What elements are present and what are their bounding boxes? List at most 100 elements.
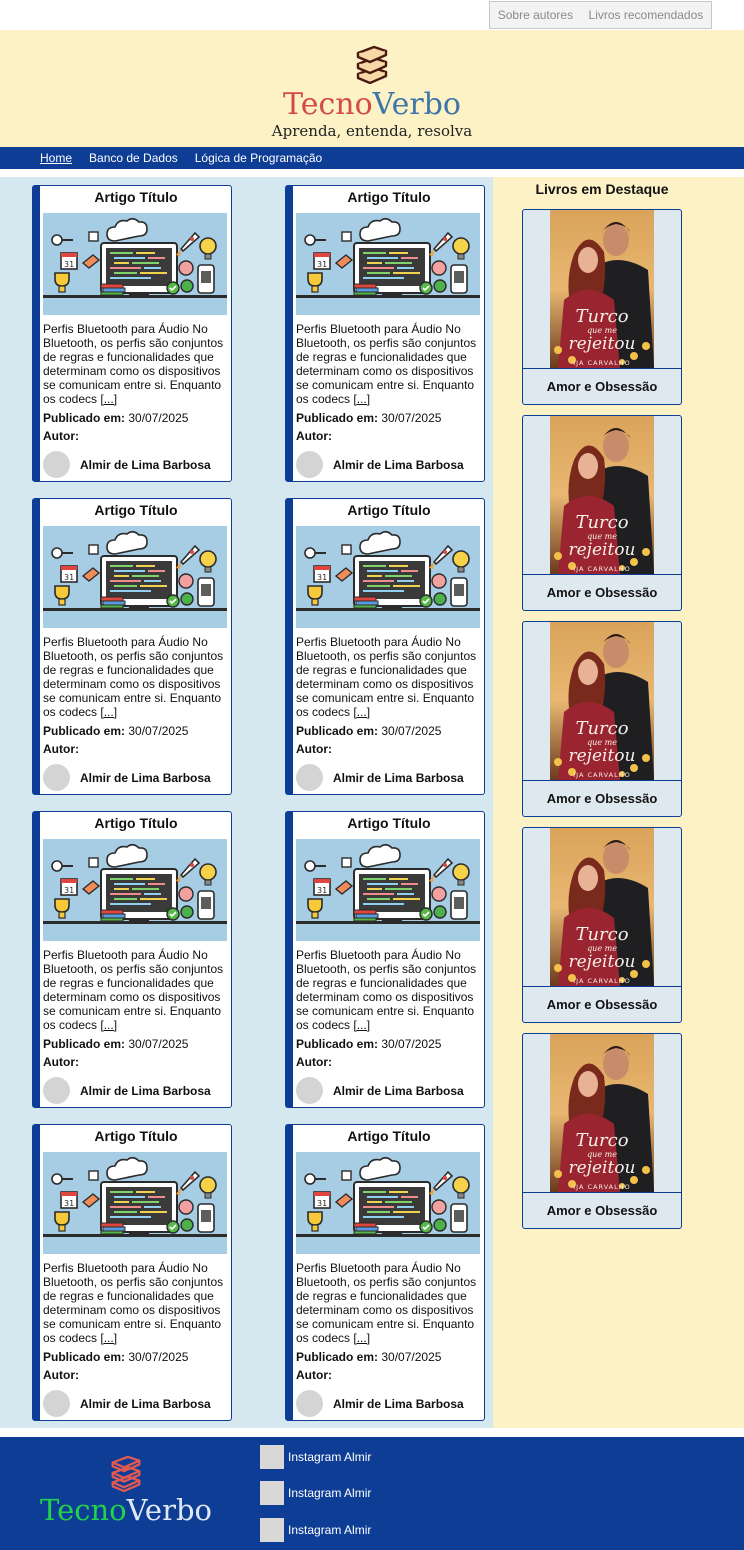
author-name[interactable]: Almir de Lima Barbosa xyxy=(333,1084,464,1098)
book-title[interactable]: Amor e Obsessão xyxy=(523,379,681,394)
publish-date-label: Publicado em: xyxy=(43,1350,126,1364)
article-illustration: 31 xyxy=(43,1152,227,1254)
publish-date: Publicado em: 30/07/2025 xyxy=(43,1037,188,1051)
tech-illustration-icon: 31 xyxy=(296,839,480,941)
svg-text:IJA CARVALHO: IJA CARVALHO xyxy=(573,359,630,367)
articles-grid: Artigo Título 31 Perfis Bluetooth para Á… xyxy=(0,177,493,1428)
publish-date: Publicado em: 30/07/2025 xyxy=(43,1350,188,1364)
article-card[interactable]: Artigo Título 31 Perfis Bluetooth para Á… xyxy=(285,1124,485,1421)
author-name[interactable]: Almir de Lima Barbosa xyxy=(80,771,211,785)
author-name[interactable]: Almir de Lima Barbosa xyxy=(333,771,464,785)
publish-date-value: 30/07/2025 xyxy=(128,1037,189,1051)
instagram-icon xyxy=(260,1518,284,1542)
book-title[interactable]: Amor e Obsessão xyxy=(523,585,681,600)
publish-date-value: 30/07/2025 xyxy=(381,1037,442,1051)
book-divider xyxy=(523,368,681,369)
excerpt-text: Perfis Bluetooth para Áudio No Bluetooth… xyxy=(43,322,224,406)
book-divider xyxy=(523,1192,681,1193)
sidebar-title: Livros em Destaque xyxy=(535,181,669,197)
link-livros-recomendados[interactable]: Livros recomendados xyxy=(589,8,704,22)
author-label: Autor: xyxy=(296,742,332,756)
excerpt-text: Perfis Bluetooth para Áudio No Bluetooth… xyxy=(43,1261,224,1345)
svg-text:IJA CARVALHO: IJA CARVALHO xyxy=(573,565,630,573)
article-card[interactable]: Artigo Título 31 Perfis Bluetooth para Á… xyxy=(32,185,232,482)
featured-book[interactable]: Turco que me rejeitou IJA CARVALHO Amor … xyxy=(522,209,682,405)
svg-text:IJA CARVALHO: IJA CARVALHO xyxy=(573,977,630,985)
author-name[interactable]: Almir de Lima Barbosa xyxy=(333,458,464,472)
article-title[interactable]: Artigo Título xyxy=(293,502,485,518)
article-card[interactable]: Artigo Título 31 Perfis Bluetooth para Á… xyxy=(285,185,485,482)
article-title[interactable]: Artigo Título xyxy=(40,502,232,518)
publish-date: Publicado em: 30/07/2025 xyxy=(43,411,188,425)
social-link[interactable]: Instagram Almir xyxy=(260,1445,371,1469)
publish-date-label: Publicado em: xyxy=(43,411,126,425)
read-more-link[interactable]: [...] xyxy=(100,705,117,719)
book-cover-image: Turco que me rejeitou IJA CARVALHO xyxy=(550,828,654,986)
read-more-link[interactable]: [...] xyxy=(353,392,370,406)
social-link[interactable]: Instagram Almir xyxy=(260,1481,371,1505)
svg-text:rejeitou: rejeitou xyxy=(569,952,636,972)
article-card[interactable]: Artigo Título 31 Perfis Bluetooth para Á… xyxy=(32,1124,232,1421)
article-card[interactable]: Artigo Título 31 Perfis Bluetooth para Á… xyxy=(285,498,485,795)
nav-item-logica-de-programacao[interactable]: Lógica de Programação xyxy=(195,151,322,165)
instagram-icon xyxy=(260,1481,284,1505)
excerpt-text: Perfis Bluetooth para Áudio No Bluetooth… xyxy=(43,948,224,1032)
excerpt-text: Perfis Bluetooth para Áudio No Bluetooth… xyxy=(43,635,224,719)
read-more-link[interactable]: [...] xyxy=(100,1331,117,1345)
article-excerpt: Perfis Bluetooth para Áudio No Bluetooth… xyxy=(43,948,231,1032)
book-title[interactable]: Amor e Obsessão xyxy=(523,791,681,806)
book-title[interactable]: Amor e Obsessão xyxy=(523,997,681,1012)
author-avatar xyxy=(43,451,70,478)
tech-illustration-icon: 31 xyxy=(43,1152,227,1254)
site-brand[interactable]: TecnoVerbo xyxy=(0,87,744,122)
publish-date-value: 30/07/2025 xyxy=(381,1350,442,1364)
article-card[interactable]: Artigo Título 31 Perfis Bluetooth para Á… xyxy=(32,811,232,1108)
author-name[interactable]: Almir de Lima Barbosa xyxy=(80,1397,211,1411)
nav-item-home[interactable]: Home xyxy=(40,151,72,165)
publish-date-label: Publicado em: xyxy=(43,1037,126,1051)
featured-book[interactable]: Turco que me rejeitou IJA CARVALHO Amor … xyxy=(522,1033,682,1229)
author-name[interactable]: Almir de Lima Barbosa xyxy=(80,1084,211,1098)
article-excerpt: Perfis Bluetooth para Áudio No Bluetooth… xyxy=(43,322,231,406)
author-label: Autor: xyxy=(43,429,79,443)
books-logo-icon[interactable] xyxy=(352,44,392,84)
book-title[interactable]: Amor e Obsessão xyxy=(523,1203,681,1218)
featured-book[interactable]: Turco que me rejeitou IJA CARVALHO Amor … xyxy=(522,415,682,611)
link-sobre-autores[interactable]: Sobre autores xyxy=(498,8,573,22)
read-more-link[interactable]: [...] xyxy=(353,1331,370,1345)
article-excerpt: Perfis Bluetooth para Áudio No Bluetooth… xyxy=(43,635,231,719)
excerpt-text: Perfis Bluetooth para Áudio No Bluetooth… xyxy=(296,948,477,1032)
book-cover-image: Turco que me rejeitou IJA CARVALHO xyxy=(550,210,654,368)
article-title[interactable]: Artigo Título xyxy=(40,815,232,831)
social-link-label: Instagram Almir xyxy=(288,1486,372,1500)
article-card[interactable]: Artigo Título 31 Perfis Bluetooth para Á… xyxy=(32,498,232,795)
article-title[interactable]: Artigo Título xyxy=(293,815,485,831)
read-more-link[interactable]: [...] xyxy=(353,705,370,719)
author-label: Autor: xyxy=(296,1055,332,1069)
svg-text:31: 31 xyxy=(64,260,74,269)
read-more-link[interactable]: [...] xyxy=(100,1018,117,1032)
tech-illustration-icon: 31 xyxy=(43,526,227,628)
article-title[interactable]: Artigo Título xyxy=(293,189,485,205)
read-more-link[interactable]: [...] xyxy=(353,1018,370,1032)
article-title[interactable]: Artigo Título xyxy=(40,189,232,205)
author-avatar xyxy=(296,764,323,791)
article-title[interactable]: Artigo Título xyxy=(293,1128,485,1144)
publish-date: Publicado em: 30/07/2025 xyxy=(296,411,441,425)
book-cover-image: Turco que me rejeitou IJA CARVALHO xyxy=(550,622,654,780)
svg-text:Turco: Turco xyxy=(575,924,628,945)
author-name[interactable]: Almir de Lima Barbosa xyxy=(80,458,211,472)
book-divider xyxy=(523,574,681,575)
social-link[interactable]: Instagram Almir xyxy=(260,1518,371,1542)
article-card[interactable]: Artigo Título 31 Perfis Bluetooth para Á… xyxy=(285,811,485,1108)
nav-item-banco-de-dados[interactable]: Banco de Dados xyxy=(89,151,178,165)
publish-date: Publicado em: 30/07/2025 xyxy=(296,724,441,738)
article-title[interactable]: Artigo Título xyxy=(40,1128,232,1144)
featured-book[interactable]: Turco que me rejeitou IJA CARVALHO Amor … xyxy=(522,621,682,817)
read-more-link[interactable]: [...] xyxy=(100,392,117,406)
featured-book[interactable]: Turco que me rejeitou IJA CARVALHO Amor … xyxy=(522,827,682,1023)
main-nav: Home Banco de Dados Lógica de Programaçã… xyxy=(0,147,744,169)
author-name[interactable]: Almir de Lima Barbosa xyxy=(333,1397,464,1411)
svg-text:31: 31 xyxy=(317,886,327,895)
excerpt-text: Perfis Bluetooth para Áudio No Bluetooth… xyxy=(296,1261,477,1345)
